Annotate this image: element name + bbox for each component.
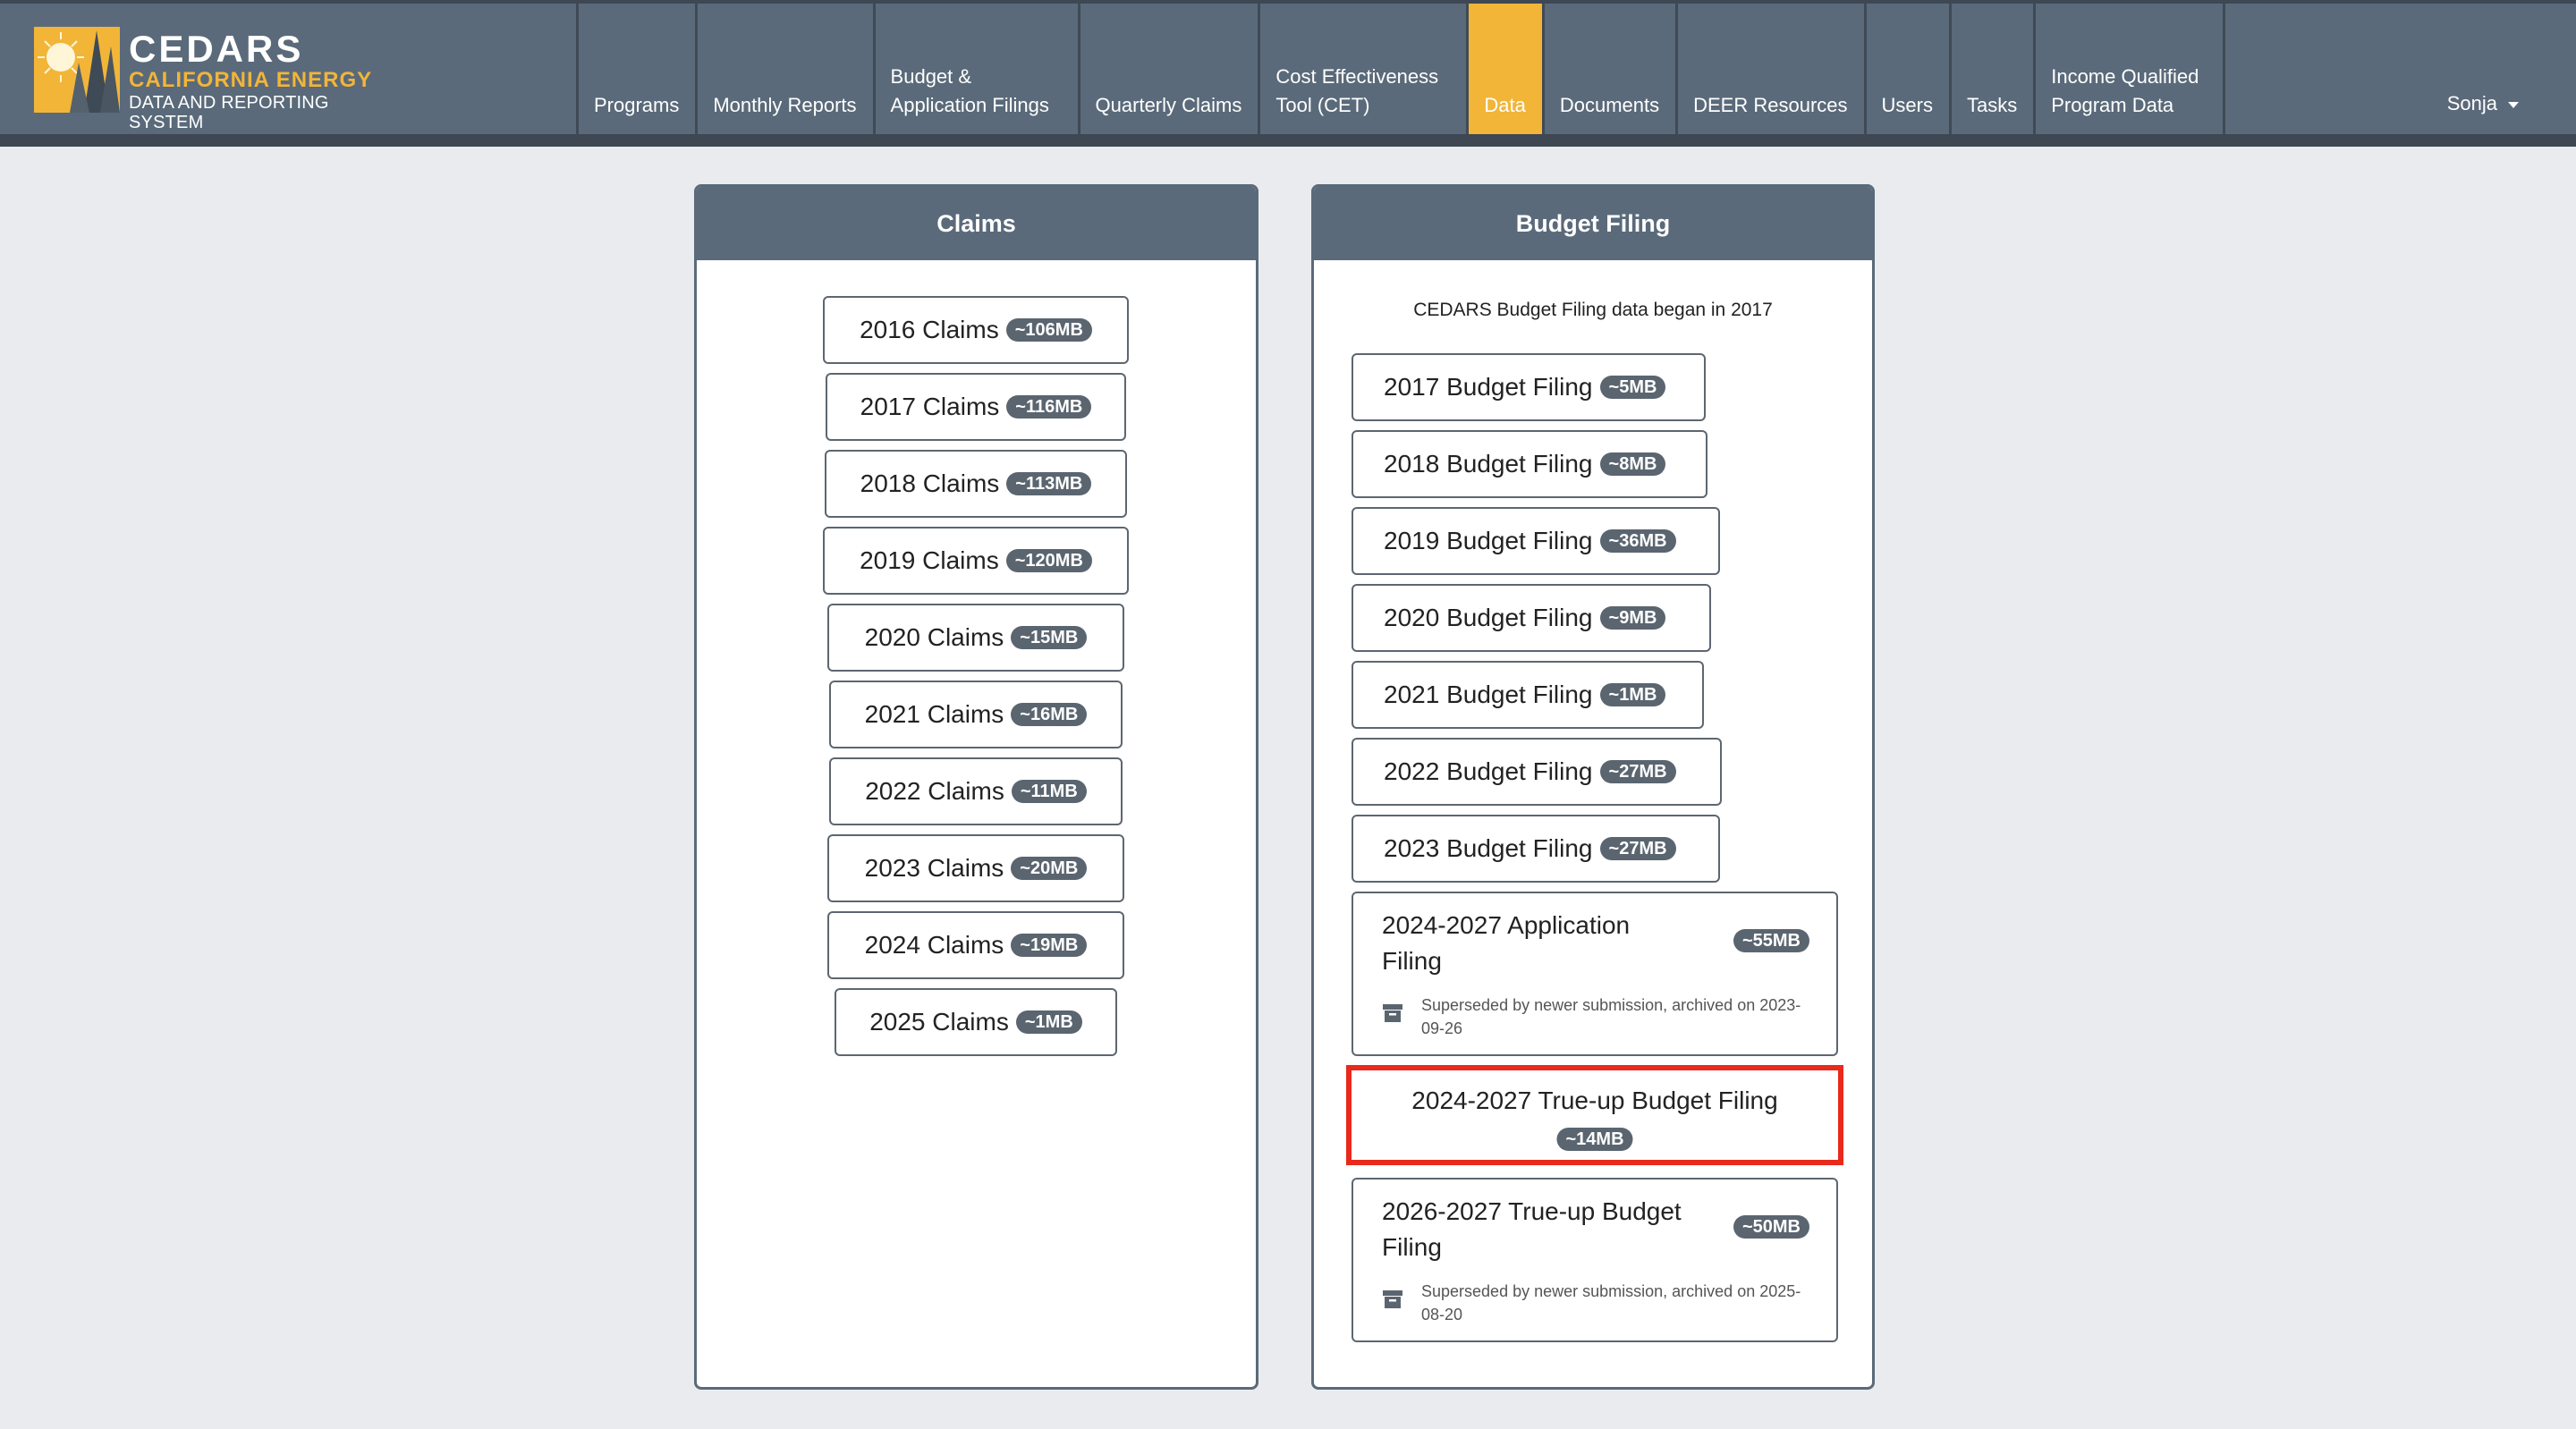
user-menu[interactable]: Sonja <box>2447 89 2519 118</box>
size-badge: ~1MB <box>1015 1010 1082 1034</box>
archive-box-icon <box>1383 1004 1402 1022</box>
brand-subtitle: CALIFORNIA ENERGY <box>129 68 373 92</box>
size-badge: ~5MB <box>1599 376 1666 399</box>
nav-budget-application-filings[interactable]: Budget & Application Filings <box>872 4 1078 134</box>
claims-2024-button[interactable]: 2024 Claims ~19MB <box>827 911 1124 979</box>
claims-2018-button[interactable]: 2018 Claims ~113MB <box>825 450 1127 518</box>
brand[interactable]: CEDARS CALIFORNIA ENERGY DATA AND REPORT… <box>34 23 392 132</box>
size-badge: ~14MB <box>1556 1128 1633 1151</box>
caret-down-icon <box>2508 101 2519 108</box>
size-badge: ~50MB <box>1733 1215 1809 1239</box>
redwood-sun-logo-icon <box>34 27 120 113</box>
claims-2020-button[interactable]: 2020 Claims ~15MB <box>827 604 1124 672</box>
size-badge: ~27MB <box>1599 760 1676 783</box>
claims-2022-button[interactable]: 2022 Claims ~11MB <box>829 757 1123 825</box>
size-badge: ~36MB <box>1599 529 1676 553</box>
top-navbar: CEDARS CALIFORNIA ENERGY DATA AND REPORT… <box>0 0 2576 134</box>
budget-2022-button[interactable]: 2022 Budget Filing ~27MB <box>1352 738 1722 806</box>
size-badge: ~20MB <box>1011 857 1088 880</box>
brand-title: CEDARS <box>129 28 304 70</box>
claims-2019-button[interactable]: 2019 Claims ~120MB <box>823 527 1129 595</box>
size-badge: ~15MB <box>1011 626 1088 649</box>
claims-card: Claims 2016 Claims ~106MB 2017 Claims ~116… <box>694 184 1258 1390</box>
size-badge: ~1MB <box>1599 683 1666 706</box>
nav-tasks[interactable]: Tasks <box>1948 4 2033 134</box>
size-badge: ~116MB <box>1006 395 1092 419</box>
claims-2021-button[interactable]: 2021 Claims ~16MB <box>829 681 1123 748</box>
nav-data[interactable]: Data <box>1466 4 1542 134</box>
size-badge: ~11MB <box>1011 780 1087 803</box>
budget-filing-intro: CEDARS Budget Filing data began in 2017 <box>1413 300 1773 320</box>
claims-2017-button[interactable]: 2017 Claims ~116MB <box>826 373 1126 441</box>
budget-2024-2027-application-button[interactable]: 2024-2027 Application Filing ~55MB Super… <box>1352 892 1838 1056</box>
budget-2024-2027-trueup-button[interactable]: 2024-2027 True-up Budget Filing ~14MB <box>1346 1065 1843 1165</box>
size-badge: ~19MB <box>1011 934 1088 957</box>
nav-cost-effectiveness-tool[interactable]: Cost Effectiveness Tool (CET) <box>1258 4 1466 134</box>
nav-deer-resources[interactable]: DEER Resources <box>1675 4 1863 134</box>
budget-2021-button[interactable]: 2021 Budget Filing ~1MB <box>1352 661 1704 729</box>
archive-box-icon <box>1383 1290 1402 1308</box>
budget-2019-button[interactable]: 2019 Budget Filing ~36MB <box>1352 507 1720 575</box>
size-badge: ~27MB <box>1599 837 1676 860</box>
brand-subtitle-secondary: DATA AND REPORTING SYSTEM <box>129 93 329 132</box>
user-name: Sonja <box>2446 92 2497 114</box>
size-badge: ~8MB <box>1599 452 1666 476</box>
claims-2023-button[interactable]: 2023 Claims ~20MB <box>827 834 1124 902</box>
claims-2016-button[interactable]: 2016 Claims ~106MB <box>823 296 1129 364</box>
budget-2017-button[interactable]: 2017 Budget Filing ~5MB <box>1352 353 1706 421</box>
size-badge: ~106MB <box>1005 318 1092 342</box>
size-badge: ~16MB <box>1011 703 1088 726</box>
nav-menu: Programs Monthly Reports Budget & Applic… <box>576 4 2226 134</box>
budget-filing-card: Budget Filing CEDARS Budget Filing data … <box>1311 184 1875 1390</box>
budget-2018-button[interactable]: 2018 Budget Filing ~8MB <box>1352 430 1707 498</box>
navbar-underline <box>0 134 2576 147</box>
nav-quarterly-claims[interactable]: Quarterly Claims <box>1077 4 1258 134</box>
budget-filing-card-header: Budget Filing <box>1314 187 1872 260</box>
budget-2026-2027-trueup-button[interactable]: 2026-2027 True-up Budget Filing ~50MB Su… <box>1352 1178 1838 1342</box>
size-badge: ~113MB <box>1006 472 1092 495</box>
size-badge: ~55MB <box>1733 929 1809 952</box>
nav-income-qualified-program-data[interactable]: Income Qualified Program Data <box>2033 4 2226 134</box>
budget-2020-button[interactable]: 2020 Budget Filing ~9MB <box>1352 584 1711 652</box>
nav-monthly-reports[interactable]: Monthly Reports <box>695 4 872 134</box>
size-badge: ~120MB <box>1005 549 1092 572</box>
size-badge: ~9MB <box>1599 606 1666 630</box>
nav-users[interactable]: Users <box>1863 4 1949 134</box>
claims-card-header: Claims <box>697 187 1256 260</box>
nav-programs[interactable]: Programs <box>576 4 695 134</box>
claims-2025-button[interactable]: 2025 Claims ~1MB <box>835 988 1117 1056</box>
nav-documents[interactable]: Documents <box>1541 4 1675 134</box>
budget-2023-button[interactable]: 2023 Budget Filing ~27MB <box>1352 815 1720 883</box>
